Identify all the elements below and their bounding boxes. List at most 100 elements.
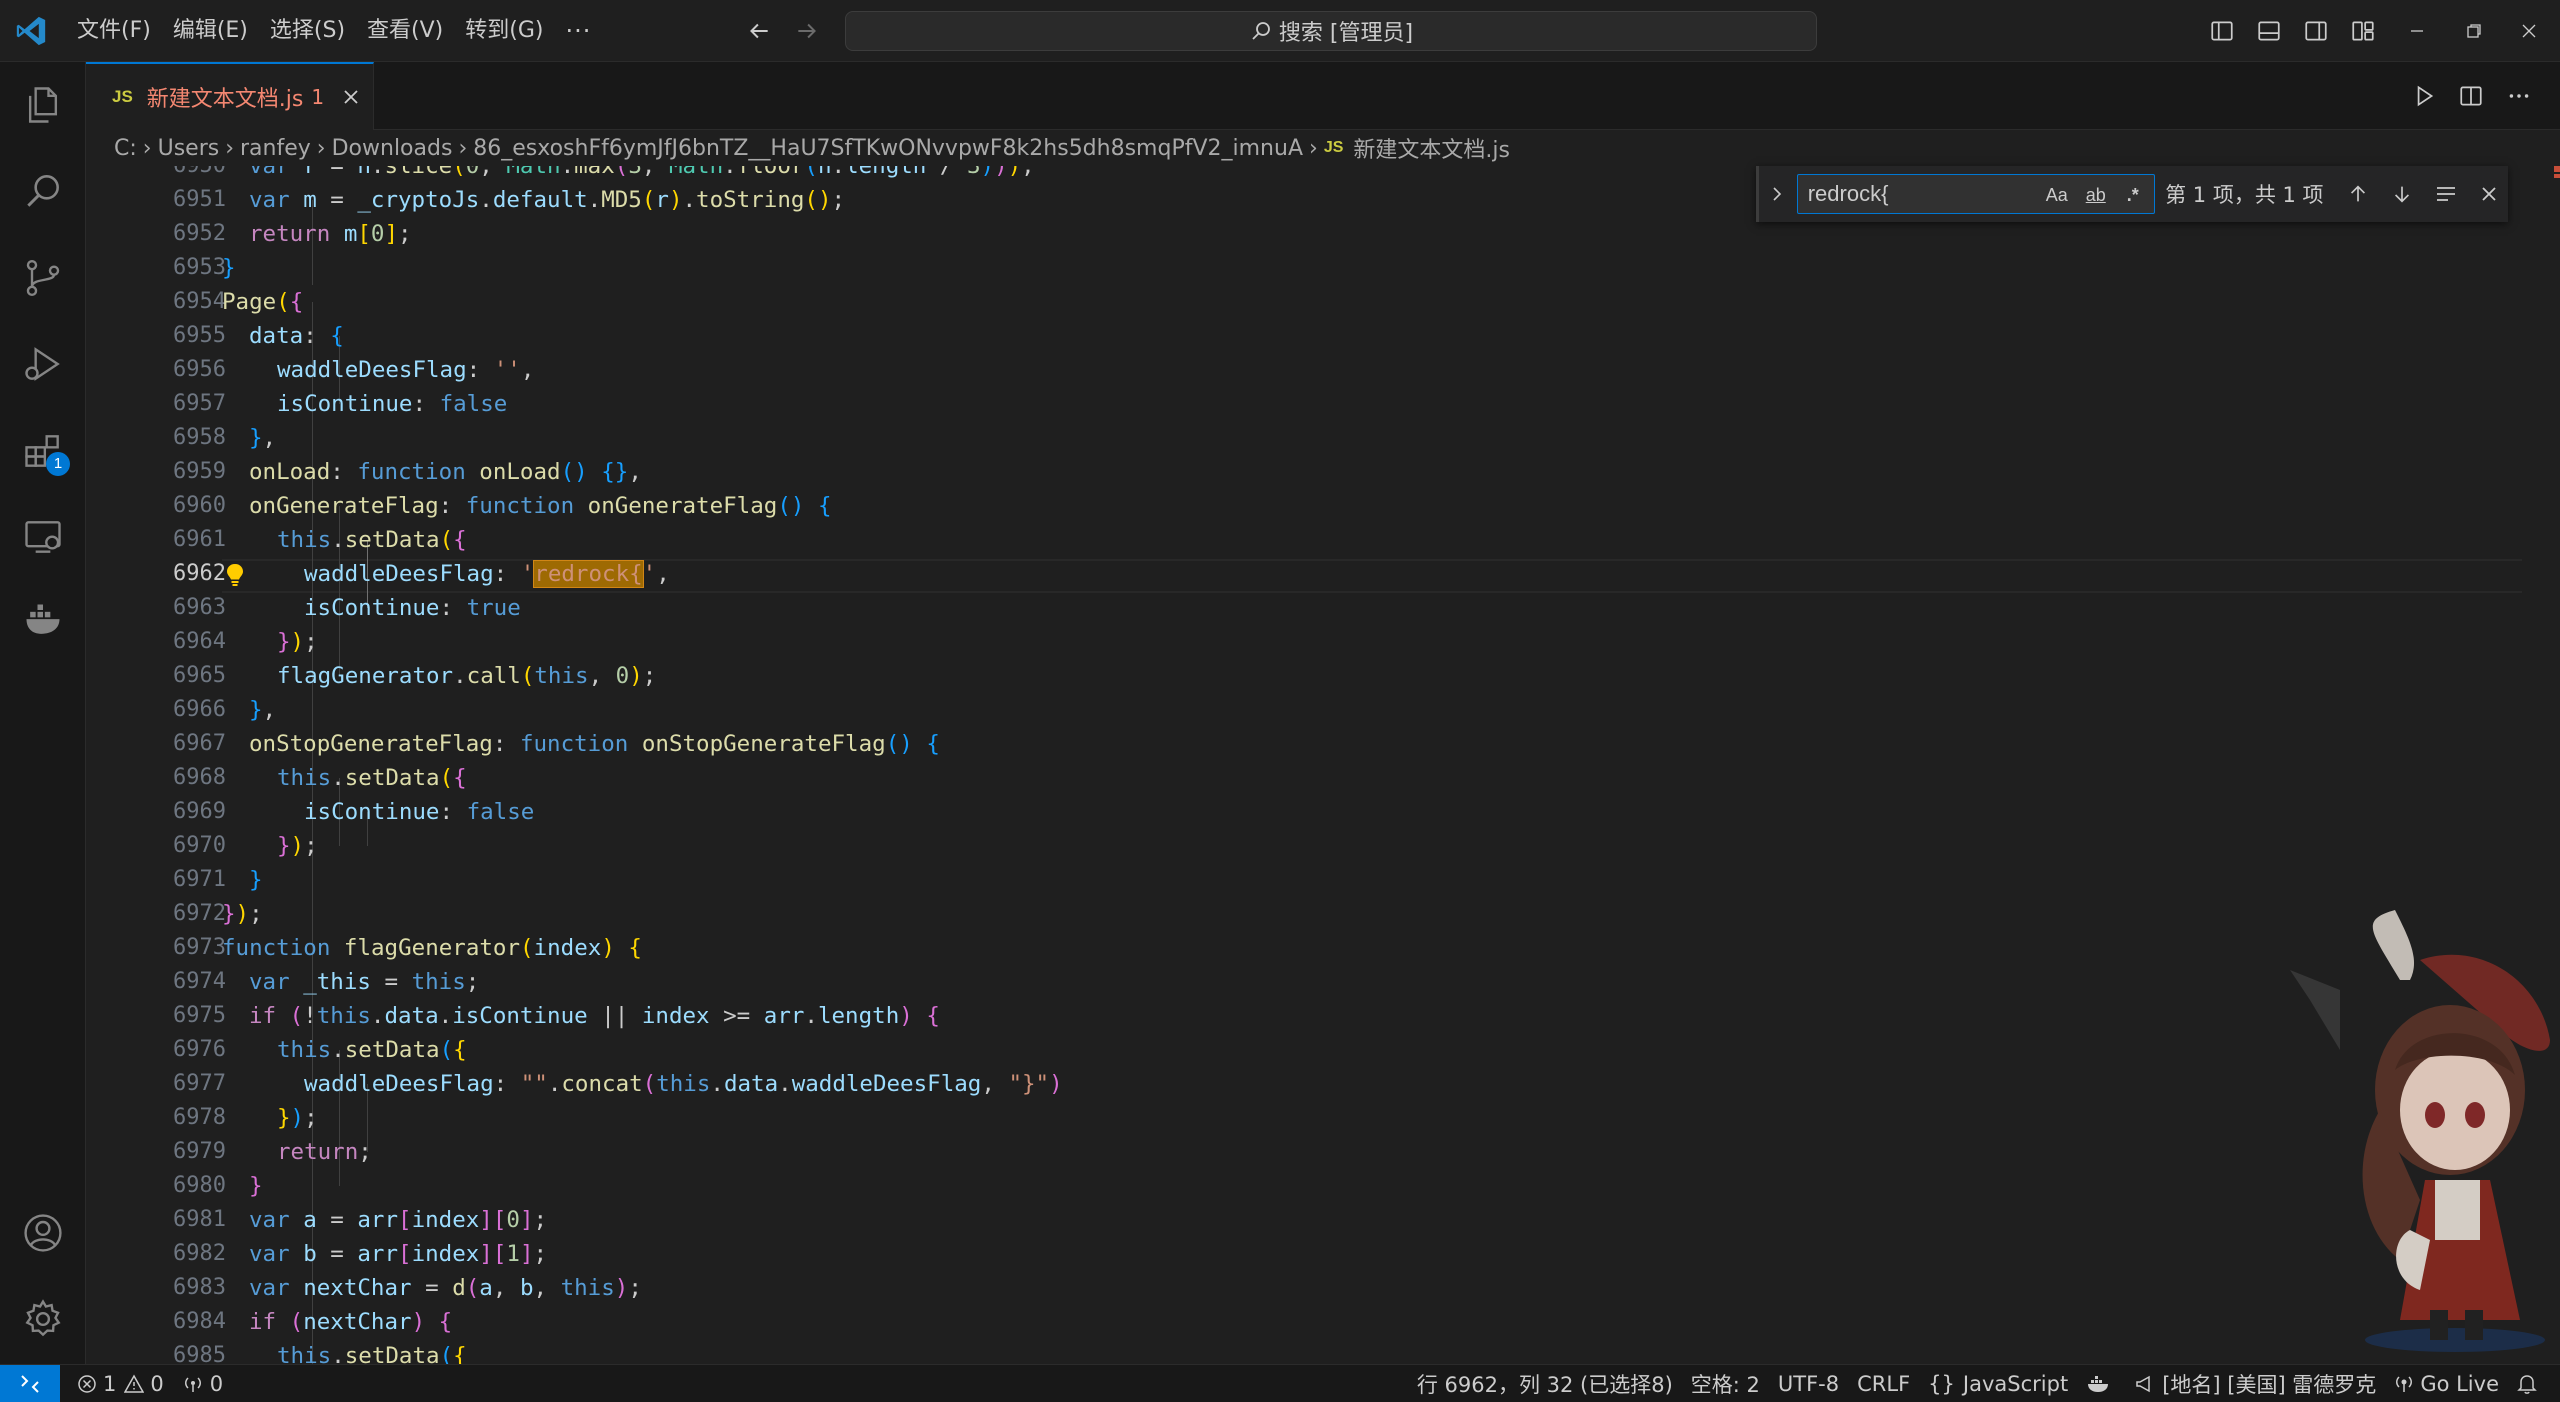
run-code-icon[interactable] <box>2407 79 2441 113</box>
toggle-secondary-sidebar-icon[interactable] <box>2299 14 2333 48</box>
go-live-button[interactable]: Go Live <box>2385 1365 2508 1402</box>
source-control-icon[interactable] <box>20 255 66 301</box>
megaphone-icon <box>2136 1375 2150 1393</box>
line-number: 6972 <box>173 901 226 926</box>
forward-arrow-icon[interactable] <box>790 14 824 48</box>
next-match-arrow-down-icon[interactable] <box>2383 175 2421 213</box>
search-placeholder: 搜索 [管理员] <box>1278 21 1414 46</box>
code-line: var nextChar = d(a, b, this); <box>249 1275 642 1301</box>
code-line: onStopGenerateFlag: function onStopGener… <box>249 731 940 757</box>
minimize-icon[interactable] <box>2400 14 2434 48</box>
tab-active-file[interactable]: JS 新建文本文档.js 1 <box>86 62 374 130</box>
code-lines: var r = n.slice(0, Math.max(3, Math.floo… <box>222 166 2522 1364</box>
search-icon[interactable] <box>20 168 66 214</box>
customize-layout-icon[interactable] <box>2346 14 2380 48</box>
code-line: } <box>222 255 236 281</box>
indentation[interactable]: 空格: 2 <box>1682 1365 1769 1402</box>
code-line: } <box>249 1173 263 1199</box>
line-number: 6967 <box>173 731 226 756</box>
close-tab-icon[interactable] <box>340 86 362 108</box>
cursor-position-text: 行 6962，列 32 (已选择8) <box>1416 1373 1673 1397</box>
code-line: this.setData({ <box>277 1037 467 1063</box>
toggle-primary-sidebar-icon[interactable] <box>2205 14 2239 48</box>
previous-match-arrow-up-icon[interactable] <box>2340 175 2378 213</box>
find-in-selection-icon[interactable] <box>2427 175 2465 213</box>
encoding[interactable]: UTF-8 <box>1769 1365 1848 1402</box>
search-match-highlight: redrock{ <box>533 560 644 588</box>
problems-indicator[interactable]: 1 0 <box>68 1365 173 1402</box>
close-find-icon[interactable] <box>2470 175 2508 213</box>
toggle-panel-icon[interactable] <box>2252 14 2286 48</box>
breadcrumb-folder[interactable]: 86_esxoshFf6ymJfJ6bnTZ__HaU7SfTKwONvvpwF… <box>473 136 1303 161</box>
location-indicator[interactable]: [地名] [美国] 雷德罗克 <box>2125 1365 2385 1402</box>
line-number: 6952 <box>173 221 226 246</box>
ports-indicator[interactable]: 0 <box>173 1365 232 1402</box>
end-of-line[interactable]: CRLF <box>1848 1365 1919 1402</box>
restore-icon[interactable] <box>2457 14 2491 48</box>
code-line: return; <box>277 1139 372 1165</box>
command-center-search[interactable]: 搜索 [管理员] <box>845 11 1817 51</box>
breadcrumb-users[interactable]: Users <box>158 136 220 161</box>
location-text: [地名] [美国] 雷德罗克 <box>2162 1373 2377 1397</box>
remote-explorer-icon[interactable] <box>20 514 66 560</box>
line-number: 6976 <box>173 1037 226 1062</box>
cursor-position[interactable]: 行 6962，列 32 (已选择8) <box>1408 1365 1682 1402</box>
code-line: }); <box>277 629 318 655</box>
code-editor[interactable]: 6950 6951 6952 6953 6954 6955 6956 6957 6958 6959… <box>86 166 2560 1364</box>
menu-more-button[interactable]: ··· <box>554 11 602 51</box>
match-whole-word-toggle[interactable]: ab <box>2080 181 2112 209</box>
menu-view[interactable]: 查看(V) <box>356 11 454 51</box>
breadcrumb-drive[interactable]: C: <box>114 136 137 161</box>
back-arrow-icon[interactable] <box>742 14 776 48</box>
chevron-right-icon: › <box>458 135 468 161</box>
menu-file[interactable]: 文件(F) <box>66 11 162 51</box>
line-number: 6980 <box>173 1173 226 1198</box>
breadcrumb-downloads[interactable]: Downloads <box>332 136 453 161</box>
settings-gear-icon[interactable] <box>20 1296 66 1342</box>
error-icon <box>78 1374 96 1393</box>
code-line: if (nextChar) { <box>249 1309 453 1335</box>
line-number: 6950 <box>136 166 226 183</box>
line-number: 6979 <box>173 1139 226 1164</box>
code-line: return m[0]; <box>249 221 412 247</box>
extensions-icon[interactable]: 1 <box>20 428 70 476</box>
go-live-text: Go Live <box>2420 1372 2499 1396</box>
docker-status-icon[interactable] <box>2077 1365 2125 1402</box>
line-number: 6957 <box>173 391 226 416</box>
code-line: isContinue: false <box>304 799 535 825</box>
account-icon[interactable] <box>20 1210 66 1256</box>
code-line: isContinue: false <box>277 391 508 417</box>
explorer-icon[interactable] <box>20 82 66 128</box>
line-number: 6982 <box>173 1241 226 1266</box>
find-input[interactable]: redrock{ Aa ab .* <box>1796 174 2156 214</box>
menu-selection[interactable]: 选择(S) <box>259 11 356 51</box>
editor-tab-bar: JS 新建文本文档.js 1 <box>86 62 2560 130</box>
toggle-replace-chevron-icon[interactable] <box>1763 170 1791 218</box>
menu-go[interactable]: 转到(G) <box>454 11 554 51</box>
menu-bar: 文件(F) 编辑(E) 选择(S) 查看(V) 转到(G) ··· <box>66 0 602 62</box>
broadcast-icon <box>184 1376 201 1392</box>
code-line: this.setData({ <box>277 765 467 791</box>
more-actions-icon[interactable] <box>2502 79 2536 113</box>
status-right-group: 行 6962，列 32 (已选择8) 空格: 2 UTF-8 CRLF {} J… <box>1408 1365 2552 1402</box>
eol-text: CRLF <box>1857 1372 1911 1396</box>
notifications-bell-icon[interactable] <box>2508 1365 2552 1402</box>
code-line: data: { <box>249 323 344 349</box>
split-editor-icon[interactable] <box>2454 79 2488 113</box>
run-debug-icon[interactable] <box>20 341 66 387</box>
line-number: 6963 <box>173 595 226 620</box>
menu-edit[interactable]: 编辑(E) <box>162 11 259 51</box>
remote-indicator-icon[interactable] <box>0 1364 60 1402</box>
language-mode[interactable]: {} JavaScript <box>1919 1365 2077 1402</box>
line-number: 6981 <box>173 1207 226 1232</box>
use-regex-toggle[interactable]: .* <box>2118 181 2148 209</box>
docker-icon[interactable] <box>20 598 66 644</box>
match-case-toggle[interactable]: Aa <box>2042 181 2072 209</box>
breadcrumb-user[interactable]: ranfey <box>240 136 311 161</box>
close-window-icon[interactable] <box>2512 14 2546 48</box>
activity-bar: 1 <box>0 62 86 1364</box>
background-mascot-image <box>2290 910 2550 1352</box>
chevron-right-icon: › <box>225 135 235 161</box>
breadcrumb-file[interactable]: 新建文本文档.js <box>1353 132 1510 164</box>
line-number: 6975 <box>173 1003 226 1028</box>
